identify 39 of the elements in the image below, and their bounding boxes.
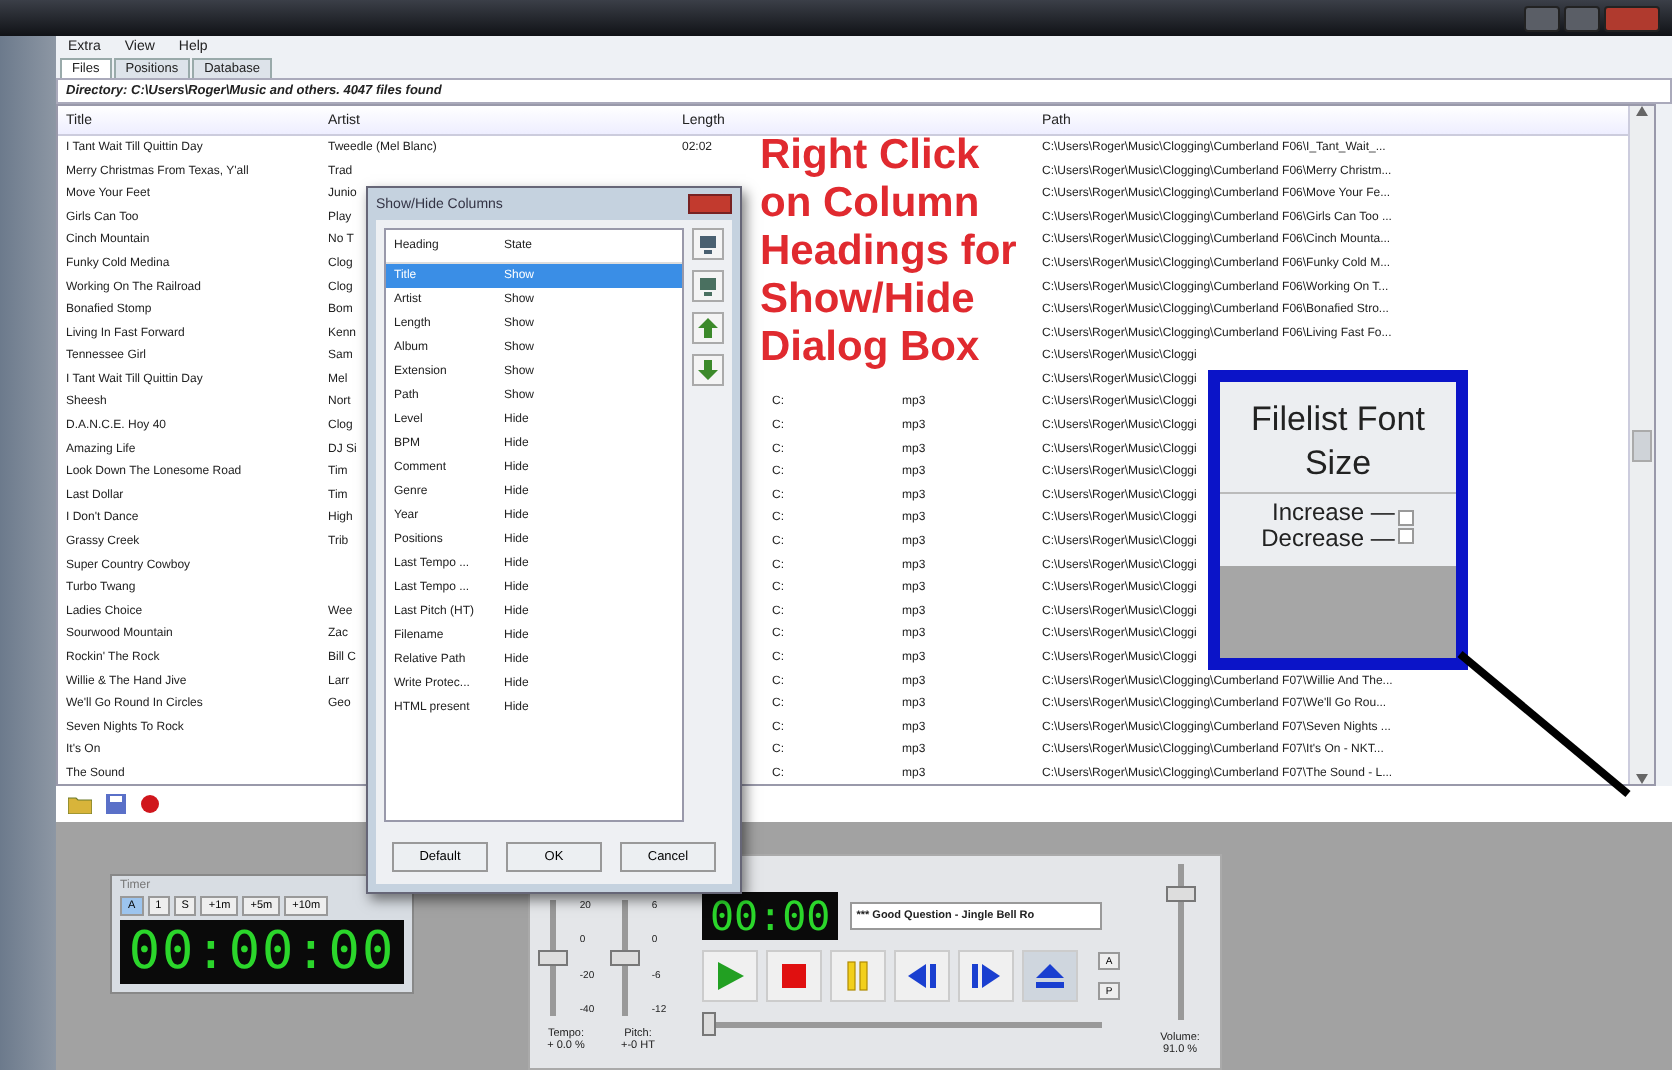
slider-thumb[interactable]: [1165, 885, 1195, 902]
slider-thumb[interactable]: [702, 1012, 716, 1037]
time-display: 00:00: [702, 892, 839, 941]
pause-icon: [846, 960, 870, 993]
increase-button[interactable]: [1398, 509, 1415, 525]
play-icon: [714, 960, 746, 993]
play-button[interactable]: [702, 950, 758, 1003]
close-button[interactable]: [688, 194, 732, 214]
maximize-button[interactable]: [1564, 5, 1600, 31]
slider-thumb[interactable]: [609, 950, 640, 967]
stop-icon: [780, 962, 808, 991]
decrease-label: Decrease —: [1261, 526, 1395, 552]
increase-label: Increase —: [1269, 500, 1395, 526]
next-button[interactable]: [958, 950, 1014, 1003]
folder-icon[interactable]: [68, 794, 92, 815]
record-icon[interactable]: [140, 794, 160, 815]
computer-button[interactable]: [692, 270, 724, 302]
slider-thumb[interactable]: [537, 950, 568, 967]
move-up-button[interactable]: [692, 312, 724, 344]
down-arrow-icon: [698, 360, 718, 380]
move-down-button[interactable]: [692, 354, 724, 386]
next-icon: [970, 962, 1002, 991]
scrollbar[interactable]: [1628, 106, 1654, 785]
close-button[interactable]: [1604, 5, 1660, 31]
computer-button[interactable]: [692, 228, 724, 260]
minimize-button[interactable]: [1524, 5, 1560, 31]
monitor-icon: [698, 234, 718, 254]
stop-button[interactable]: [766, 950, 822, 1003]
previous-icon: [906, 962, 938, 991]
callout-title: Filelist Font Size: [1220, 382, 1456, 494]
eject-button[interactable]: [1022, 950, 1078, 1003]
previous-button[interactable]: [894, 950, 950, 1003]
monitor-icon: [698, 276, 718, 296]
scroll-thumb[interactable]: [1632, 429, 1652, 462]
up-arrow-icon: [698, 318, 718, 338]
timer-display: 00:00:00: [120, 920, 404, 985]
eject-icon: [1034, 962, 1066, 991]
annotation-text: Right Click on Column Headings for Show/Hide Dialog Box: [760, 132, 1017, 372]
decrease-button[interactable]: [1398, 527, 1415, 543]
